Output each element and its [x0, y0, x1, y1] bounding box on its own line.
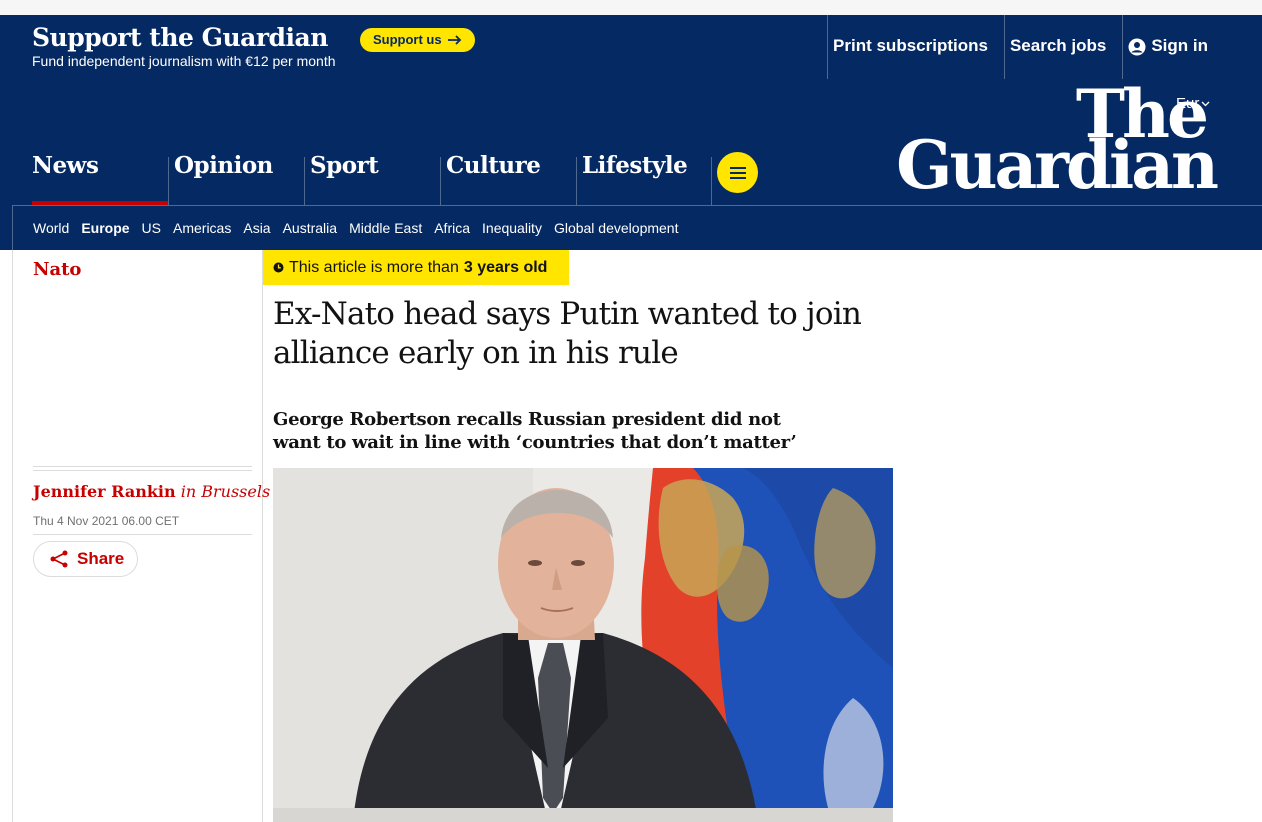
- subnav-americas[interactable]: Americas: [173, 220, 231, 236]
- article-standfirst: George Robertson recalls Russian preside…: [273, 409, 797, 453]
- subnav-africa[interactable]: Africa: [434, 220, 470, 236]
- support-title: Support the Guardian: [32, 23, 328, 52]
- clock-icon: [273, 262, 284, 273]
- section-label[interactable]: Nato: [33, 259, 81, 280]
- pillar-news-label: News: [32, 152, 99, 179]
- top-links: Print subscriptions Search jobs Sign in: [815, 15, 1212, 79]
- pillar-culture-label: Culture: [446, 152, 541, 179]
- browser-top-strip: [0, 0, 1262, 15]
- article-content: Nato This article is more than 3 years o…: [0, 250, 1262, 822]
- author-location: in Brussels: [180, 482, 271, 501]
- subnav-europe[interactable]: Europe: [81, 220, 129, 236]
- sign-in-link[interactable]: Sign in: [1122, 15, 1212, 79]
- menu-divider: [711, 157, 712, 205]
- support-subtitle: Fund independent journalism with €12 per…: [32, 53, 336, 69]
- print-subscriptions-link[interactable]: Print subscriptions: [827, 15, 992, 79]
- support-banner: Support the Guardian Fund independent jo…: [0, 15, 1262, 79]
- pillar-sport[interactable]: Sport: [304, 147, 440, 205]
- pillar-culture[interactable]: Culture: [440, 147, 576, 205]
- subnav-middle-east[interactable]: Middle East: [349, 220, 422, 236]
- pillar-opinion[interactable]: Opinion: [168, 147, 304, 205]
- age-prefix: This article is more than: [289, 258, 459, 276]
- subnav-us[interactable]: US: [142, 220, 161, 236]
- print-subscriptions-label: Print subscriptions: [833, 36, 988, 55]
- subnav-inequality[interactable]: Inequality: [482, 220, 542, 236]
- menu-button[interactable]: [717, 152, 758, 193]
- search-jobs-label: Search jobs: [1009, 36, 1107, 55]
- search-jobs-link[interactable]: Search jobs: [1003, 15, 1110, 79]
- byline: Jennifer Rankin in Brussels: [33, 482, 270, 501]
- main-navigation: Eur The Guardian News Opinion Sport Cult…: [0, 79, 1262, 250]
- user-icon: [1128, 38, 1146, 56]
- portrait-photo: [273, 468, 893, 822]
- arrow-right-icon: [447, 35, 461, 45]
- support-us-label: Support us: [373, 32, 442, 47]
- subnav-asia[interactable]: Asia: [243, 220, 270, 236]
- sign-in-label: Sign in: [1151, 36, 1208, 55]
- pillar-opinion-label: Opinion: [174, 152, 273, 179]
- article-age-warning: This article is more than 3 years old: [263, 250, 569, 285]
- share-icon: [50, 550, 68, 568]
- article-main-image[interactable]: [273, 468, 893, 822]
- publish-date: Thu 4 Nov 2021 06.00 CET: [33, 514, 180, 528]
- pillar-lifestyle-label: Lifestyle: [582, 152, 688, 179]
- pillar-nav: News Opinion Sport Culture Lifestyle: [0, 147, 712, 205]
- pillar-sport-label: Sport: [310, 152, 379, 179]
- meta-divider: [33, 534, 252, 535]
- article-headline: Ex-Nato head says Putin wanted to join a…: [273, 296, 862, 371]
- center-column-divider: [262, 250, 263, 822]
- sub-navigation: World Europe US Americas Asia Australia …: [12, 205, 1262, 250]
- meta-divider: [33, 466, 252, 467]
- left-column-divider: [12, 250, 13, 822]
- logo-line-2: Guardian: [896, 126, 1219, 205]
- subnav-australia[interactable]: Australia: [283, 220, 337, 236]
- hamburger-icon: [729, 166, 746, 179]
- support-us-button[interactable]: Support us: [360, 28, 475, 52]
- meta-divider: [33, 470, 252, 471]
- share-button[interactable]: Share: [33, 541, 138, 577]
- subnav-world[interactable]: World: [33, 220, 69, 236]
- share-label: Share: [77, 549, 125, 568]
- author-link[interactable]: Jennifer Rankin: [33, 482, 176, 501]
- guardian-logo[interactable]: The Guardian: [886, 81, 1219, 205]
- pillar-news[interactable]: News: [0, 147, 168, 205]
- age-value: 3 years old: [463, 258, 548, 276]
- subnav-global-development[interactable]: Global development: [554, 220, 679, 236]
- pillar-lifestyle[interactable]: Lifestyle: [576, 147, 712, 205]
